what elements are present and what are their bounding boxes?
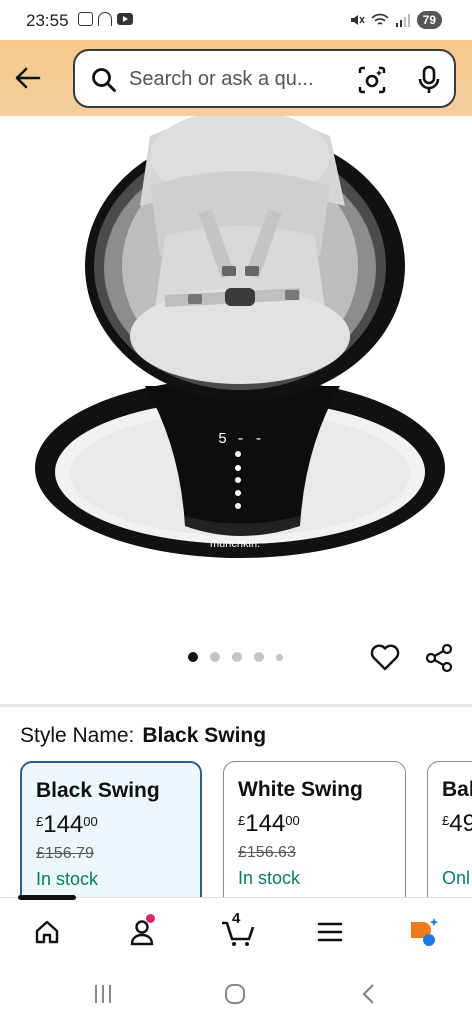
brand-mark: munchkin. xyxy=(210,538,260,550)
nav-menu[interactable] xyxy=(310,912,350,952)
cart-count: 4 xyxy=(232,910,241,927)
active-tab-indicator xyxy=(18,895,76,900)
screen-record-icon xyxy=(78,12,93,26)
nav-home[interactable] xyxy=(27,912,67,952)
menu-icon xyxy=(317,922,343,942)
share-button[interactable] xyxy=(424,643,454,673)
share-icon xyxy=(425,643,453,673)
variant-title: Bal xyxy=(442,778,472,801)
baby-swing-illustration: 5 - - munchkin. xyxy=(35,116,445,558)
status-bar: 23:55 79 xyxy=(0,0,472,40)
price-fraction: 00 xyxy=(83,814,98,829)
price-currency: £ xyxy=(442,813,450,828)
variant-card-white-swing[interactable]: White Swing £144 00 £156.63 In stock xyxy=(223,761,406,911)
variant-stock: In stock xyxy=(238,868,301,888)
bottom-nav: 4 xyxy=(0,895,472,965)
status-right-icons: 79 xyxy=(349,11,442,29)
variant-price: £144 00 xyxy=(36,811,200,839)
lens-icon[interactable] xyxy=(357,65,387,95)
variant-stock: Onl xyxy=(442,868,471,888)
back-system-button[interactable] xyxy=(354,981,384,1007)
headphones-icon xyxy=(98,12,112,26)
recent-apps-icon xyxy=(95,985,111,1003)
carousel-dot[interactable] xyxy=(276,653,283,661)
carousel-dot[interactable] xyxy=(232,652,242,662)
search-icon xyxy=(92,68,116,92)
style-label: Style Name: xyxy=(20,724,135,747)
home-icon xyxy=(35,920,59,944)
variant-title: Black Swing xyxy=(36,779,160,802)
product-image[interactable]: 5 - - munchkin. xyxy=(0,116,472,636)
variant-card-partial[interactable]: Bal £49 Onl xyxy=(427,761,472,911)
search-box[interactable]: Search or ask a qu... xyxy=(73,49,456,108)
price-whole: 49 xyxy=(449,810,472,837)
variant-price: £144 00 xyxy=(238,810,405,838)
carousel-dot[interactable] xyxy=(210,652,220,662)
variant-card-black-swing[interactable]: Black Swing £144 00 £156.79 In stock xyxy=(20,761,202,911)
search-input[interactable]: Search or ask a qu... xyxy=(129,68,344,91)
youtube-icon xyxy=(117,13,133,25)
app-header: Search or ask a qu... xyxy=(0,40,472,116)
nav-cart[interactable]: 4 xyxy=(216,910,260,952)
section-divider xyxy=(0,704,472,707)
back-button[interactable] xyxy=(10,60,46,96)
battery-badge: 79 xyxy=(416,11,442,29)
back-arrow-icon xyxy=(15,67,41,89)
wifi-icon xyxy=(371,13,389,25)
price-currency: £ xyxy=(36,814,44,829)
chevron-left-icon xyxy=(362,984,374,1004)
status-time: 23:55 xyxy=(26,11,69,30)
style-selector-heading: Style Name: Black Swing xyxy=(20,724,266,748)
wishlist-button[interactable] xyxy=(370,643,402,673)
nav-account[interactable] xyxy=(122,912,162,952)
notification-dot xyxy=(146,914,155,923)
status-left-icons xyxy=(78,12,133,26)
rufus-icon xyxy=(411,918,439,946)
carousel-dot[interactable] xyxy=(188,652,198,662)
variant-was-price: £156.63 xyxy=(238,844,296,861)
variant-was-price: £156.79 xyxy=(36,845,94,862)
carousel-dot[interactable] xyxy=(254,652,264,662)
home-circle-icon xyxy=(225,984,245,1004)
signal-icon xyxy=(395,14,410,27)
price-whole: 144 xyxy=(245,810,286,837)
price-whole: 144 xyxy=(43,811,84,838)
mute-icon xyxy=(350,15,365,25)
system-nav-bar xyxy=(0,965,472,1024)
carousel-dots xyxy=(188,652,283,662)
nav-rufus[interactable] xyxy=(404,912,444,952)
variant-title: White Swing xyxy=(238,778,363,801)
variant-price: £49 xyxy=(442,810,472,838)
price-fraction: 00 xyxy=(285,813,300,828)
home-system-button[interactable] xyxy=(220,981,250,1007)
swing-display-readout: 5 - - xyxy=(218,431,263,448)
price-currency: £ xyxy=(238,813,246,828)
style-value: Black Swing xyxy=(142,724,267,747)
variant-stock: In stock xyxy=(36,869,99,889)
mic-icon[interactable] xyxy=(417,65,441,95)
recent-apps-button[interactable] xyxy=(88,981,118,1007)
heart-icon xyxy=(370,644,400,671)
